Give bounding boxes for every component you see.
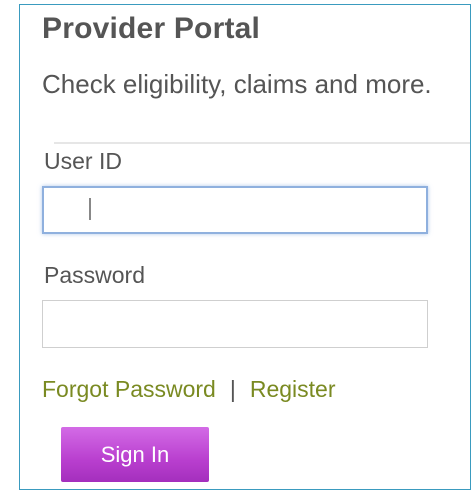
- text-caret: [89, 198, 91, 220]
- user-id-input[interactable]: [42, 186, 428, 234]
- link-separator: |: [229, 376, 236, 402]
- password-input[interactable]: [42, 300, 428, 348]
- divider: [54, 142, 470, 144]
- sign-in-button[interactable]: Sign In: [61, 427, 209, 482]
- register-link[interactable]: Register: [250, 376, 336, 402]
- password-label: Password: [44, 262, 145, 288]
- page-title: Provider Portal: [42, 12, 261, 45]
- account-links: Forgot Password | Register: [42, 376, 336, 403]
- user-id-label: User ID: [44, 148, 122, 174]
- forgot-password-link[interactable]: Forgot Password: [42, 376, 216, 402]
- page-subtitle: Check eligibility, claims and more.: [42, 69, 432, 99]
